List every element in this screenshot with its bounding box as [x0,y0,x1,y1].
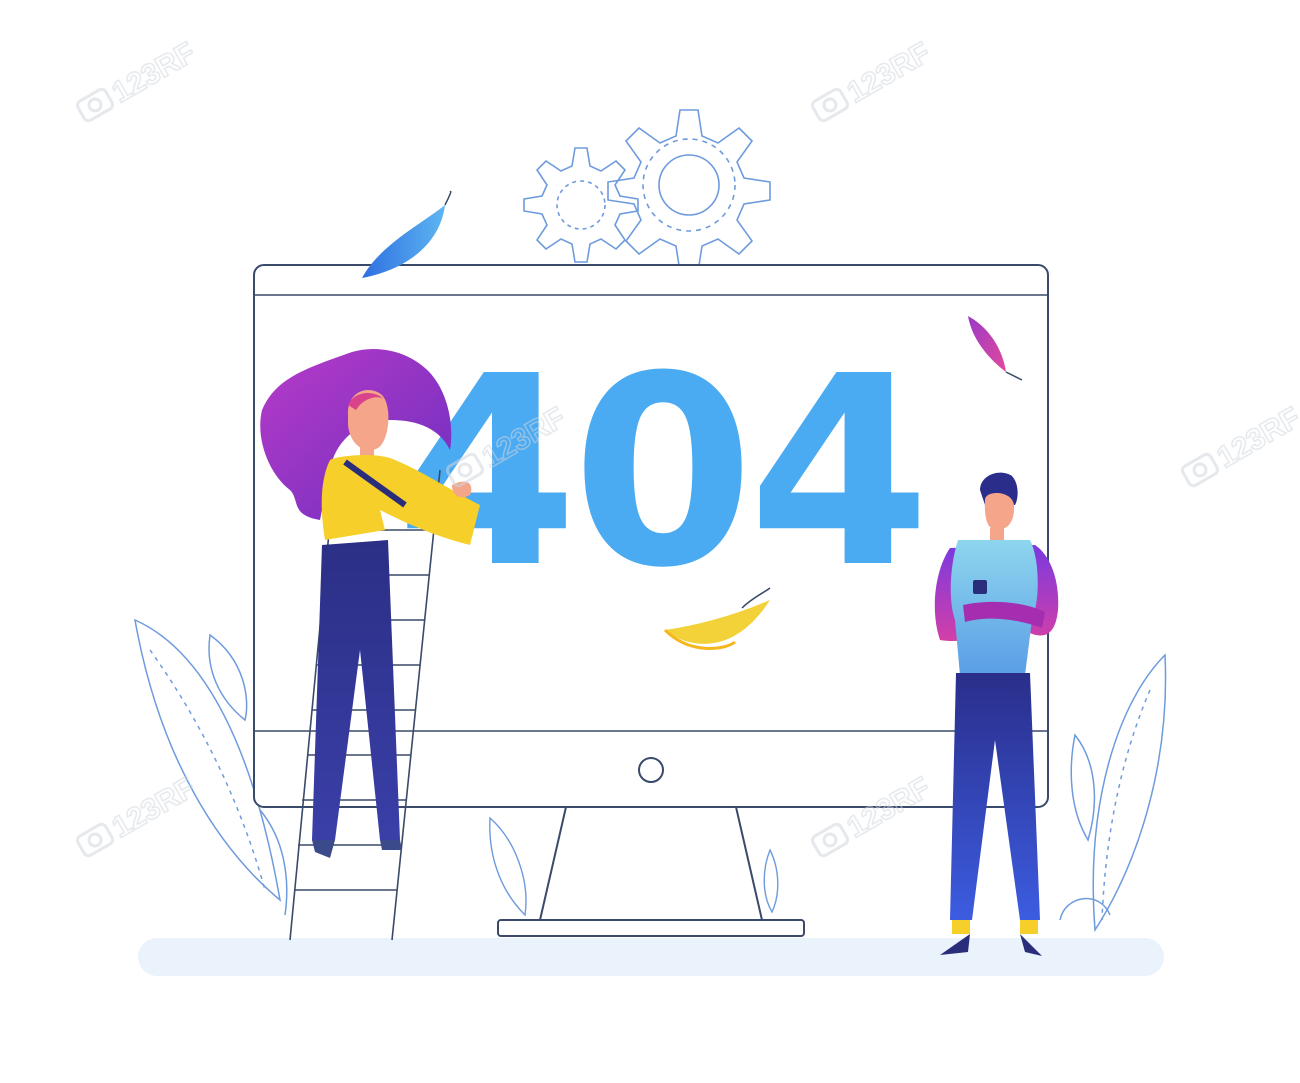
watermark-camera-icon [809,820,851,860]
plant-icon [489,816,779,917]
gear-icon [607,109,771,273]
gear-icon [523,147,639,263]
watermark-camera-icon [74,820,116,860]
plant-icon [1059,653,1167,933]
watermark-camera-icon [809,85,851,125]
watermark-camera-icon [74,85,116,125]
404-illustration: 404 123RF 123RF 123RF 123RF 123RF 123RF [74,35,1300,976]
monitor-stand [538,806,764,921]
svg-text:123RF: 123RF [107,771,201,845]
monitor-base [497,919,805,937]
watermark-camera-icon [1179,450,1221,490]
svg-text:123RF: 123RF [842,36,936,110]
ground-shadow [138,938,1164,976]
svg-text:123RF: 123RF [1212,401,1300,475]
error-code: 404 [396,320,925,625]
svg-text:123RF: 123RF [107,36,201,110]
